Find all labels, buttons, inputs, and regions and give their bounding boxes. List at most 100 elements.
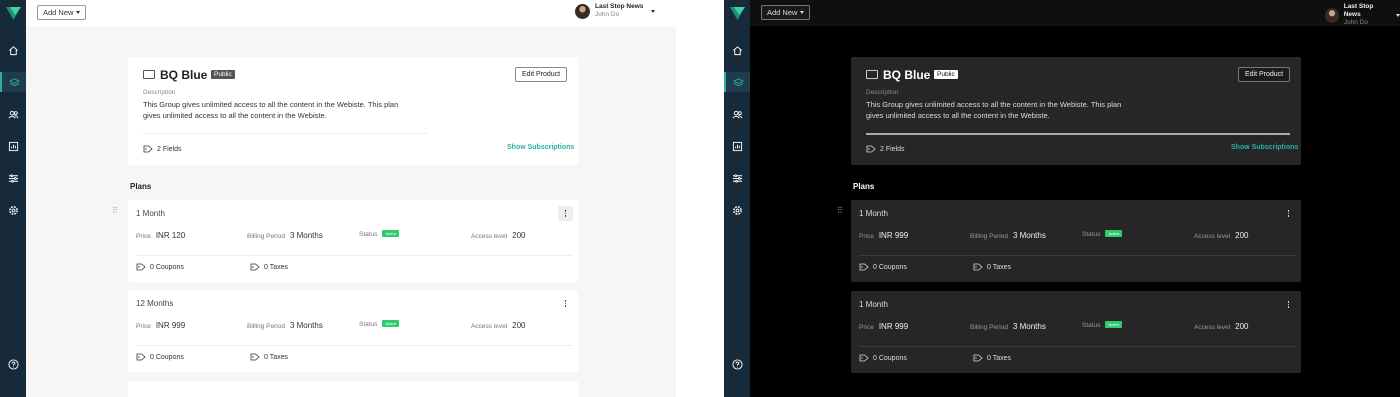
nav-products[interactable] [724, 72, 750, 92]
user-menu[interactable]: Last Stop News John Do [1325, 3, 1400, 27]
billing-value: 3 Months [1012, 322, 1046, 331]
coupons-link[interactable]: 0 Coupons [136, 353, 184, 361]
add-new-label: Add New [767, 8, 798, 17]
add-new-button[interactable]: Add New [37, 5, 87, 20]
help-icon[interactable] [732, 359, 743, 370]
status-label: Status [1082, 322, 1101, 329]
divider [866, 133, 1290, 135]
plan-card: 1 Month Price INR 999 Billing Period 3 Mon… [851, 200, 1301, 282]
drag-handle-icon[interactable]: ⠿ [112, 206, 118, 215]
coupons-label: 0 Coupons [150, 353, 184, 361]
status-field: Status Active [359, 320, 400, 328]
kebab-icon[interactable] [558, 206, 573, 221]
tag-icon [143, 145, 153, 153]
logo-icon[interactable] [6, 6, 21, 21]
coupons-link[interactable]: 0 Coupons [136, 263, 184, 271]
product-card: BQ Blue Public Edit Product Description … [128, 57, 578, 165]
access-label: Access level [1194, 233, 1231, 240]
nav-gear[interactable] [0, 200, 26, 220]
kebab-icon[interactable] [1281, 206, 1296, 221]
nav-gear[interactable] [724, 200, 750, 220]
nav-home[interactable] [0, 40, 26, 60]
billing-field: Billing Period 3 Months [247, 231, 323, 240]
show-subscriptions-link[interactable]: Show Subscriptions [507, 144, 574, 151]
visibility-badge: Public [934, 70, 958, 79]
coupons-link[interactable]: 0 Coupons [859, 354, 907, 362]
tag-icon [859, 354, 869, 362]
user-org: Last Stop News [595, 3, 644, 10]
billing-value: 3 Months [289, 321, 323, 330]
users-icon [8, 110, 18, 118]
layers-icon [732, 77, 744, 86]
show-subscriptions-link[interactable]: Show Subscriptions [1231, 144, 1298, 151]
access-field: Access level 200 [1194, 231, 1248, 240]
access-value: 200 [512, 231, 526, 240]
tag-icon [973, 354, 983, 362]
access-field: Access level 200 [471, 231, 525, 240]
access-label: Access level [471, 233, 508, 240]
tag-icon [250, 353, 260, 361]
taxes-label: 0 Taxes [264, 353, 288, 361]
billing-label: Billing Period [970, 324, 1008, 331]
users-icon [732, 110, 742, 118]
price-label: Price [136, 233, 151, 240]
taxes-link[interactable]: 0 Taxes [250, 263, 288, 271]
sliders-icon [732, 173, 742, 183]
nav-home[interactable] [724, 40, 750, 60]
user-menu[interactable]: Last Stop News John Do [575, 3, 656, 19]
nav-reports[interactable] [724, 136, 750, 156]
status-field: Status Active [1082, 321, 1123, 329]
plan-card: 12 Months Price INR 999 Billing Period 3 M… [128, 290, 578, 372]
coupons-link[interactable]: 0 Coupons [859, 263, 907, 271]
billing-label: Billing Period [970, 233, 1008, 240]
taxes-link[interactable]: 0 Taxes [973, 354, 1011, 362]
tag-icon [859, 263, 869, 271]
plan-name: 1 Month [859, 300, 888, 309]
kebab-icon[interactable] [1281, 297, 1296, 312]
price-field: Price INR 120 [136, 231, 185, 240]
nav-reports[interactable] [0, 136, 26, 156]
user-name: John Do [1343, 19, 1368, 26]
status-label: Status [359, 321, 378, 328]
billing-field: Billing Period 3 Months [247, 321, 323, 330]
drag-handle-icon[interactable]: ⠿ [837, 206, 843, 215]
billing-field: Billing Period 3 Months [970, 231, 1046, 240]
price-field: Price INR 999 [859, 231, 908, 240]
fields-count[interactable]: 2 Fields [866, 145, 905, 153]
edit-product-button[interactable]: Edit Product [1238, 67, 1291, 82]
home-icon [8, 45, 18, 55]
price-value: INR 999 [878, 231, 909, 240]
nav-settings-sliders[interactable] [724, 168, 750, 188]
status-label: Status [359, 231, 378, 238]
plans-heading: Plans [853, 182, 875, 191]
user-name: John Do [595, 11, 620, 18]
kebab-icon[interactable] [558, 296, 573, 311]
logo-icon[interactable] [730, 6, 745, 21]
price-field: Price INR 999 [136, 321, 185, 330]
help-icon[interactable] [8, 359, 19, 370]
billing-label: Billing Period [247, 323, 285, 330]
chevron-down-icon [800, 11, 805, 14]
nav-users[interactable] [0, 104, 26, 124]
fields-count[interactable]: 2 Fields [143, 145, 182, 153]
plan-card: 1 Month Price INR 999 Billing Period 3 Mon… [851, 291, 1301, 373]
layers-icon [8, 77, 20, 86]
billing-value: 3 Months [289, 231, 323, 240]
chevron-down-icon [651, 9, 656, 13]
chevron-down-icon [76, 11, 81, 14]
divider [136, 345, 573, 346]
home-icon [732, 45, 742, 55]
nav-products[interactable] [0, 72, 26, 92]
taxes-link[interactable]: 0 Taxes [250, 353, 288, 361]
edit-product-button[interactable]: Edit Product [515, 67, 568, 82]
billing-label: Billing Period [247, 233, 285, 240]
plan-name: 12 Months [136, 299, 174, 308]
nav-settings-sliders[interactable] [0, 168, 26, 188]
taxes-link[interactable]: 0 Taxes [973, 263, 1011, 271]
add-new-button[interactable]: Add New [761, 5, 811, 20]
taxes-label: 0 Taxes [987, 263, 1011, 271]
tag-icon [136, 263, 146, 271]
nav-users[interactable] [724, 104, 750, 124]
divider [859, 255, 1296, 256]
product-card-icon [866, 70, 878, 79]
